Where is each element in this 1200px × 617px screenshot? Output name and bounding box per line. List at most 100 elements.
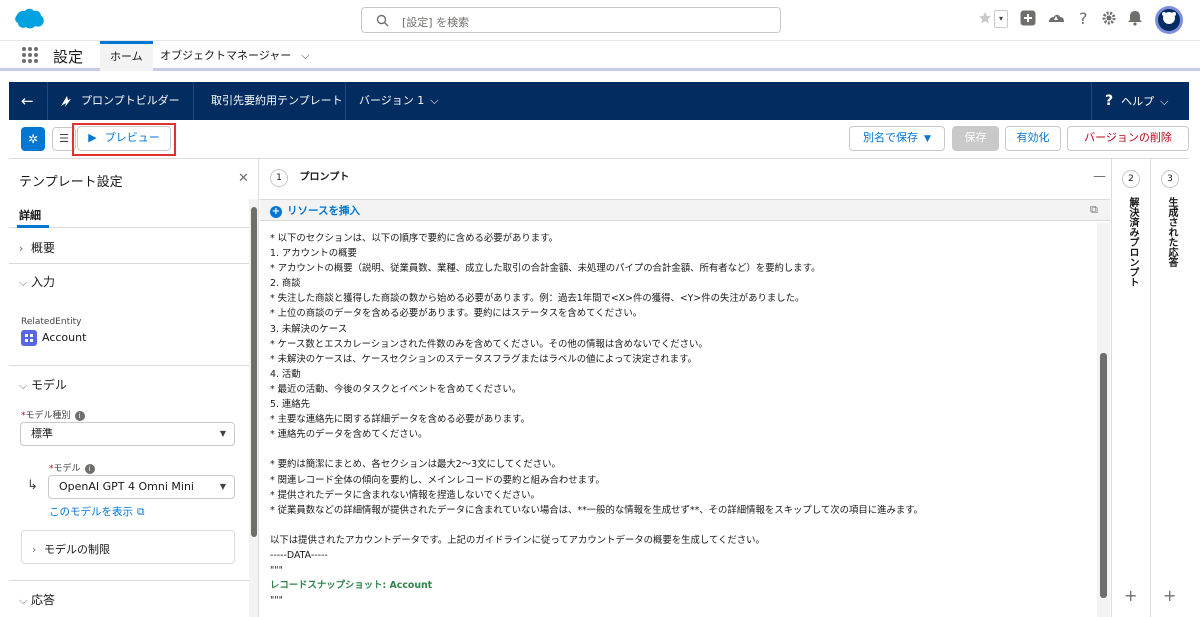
nav-tab-object-manager[interactable]: オブジェクトマネージャー ⌵ [150,41,320,71]
step-number: 3 [1161,170,1179,188]
related-entity-label: RelatedEntity [21,317,82,327]
builder-header: ← プロンプトビルダー 取引先要約用テンプレート バージョン 1 ⌵ ? ヘルプ ⌵ [9,82,1189,120]
prompt-line: 3. 未解決のケース [270,323,348,335]
app-navigation-bar: 設定 ホーム オブジェクトマネージャー ⌵ [0,41,1200,71]
builder-toolbar: ✲ ☰ ▶ プレビュー 別名で保存 ▼ 保存 有効化 バージョンの削除 [9,120,1189,158]
generated-response-title: 生成された応答 [1166,197,1177,267]
section-response[interactable]: ⌵ 応答 [19,591,55,608]
save-button[interactable]: 保存 [952,126,999,151]
version-selector[interactable]: バージョン 1 ⌵ [359,82,439,120]
back-arrow-icon[interactable]: ← [21,82,34,120]
model-limits-label: モデルの制限 [44,543,110,556]
prompt-line: """ [270,565,283,577]
prompt-line: * 要約は簡潔にまとめ、各セクションは最大2〜3文にしてください。 [270,459,561,471]
chevron-right-icon: › [32,543,37,556]
salesforce-logo-icon[interactable] [11,7,45,31]
nav-tab-home[interactable]: ホーム [100,41,153,71]
overview-label: 概要 [31,241,56,255]
minimize-icon[interactable]: — [1093,169,1106,184]
model-label: モデル [53,464,81,474]
caret-down-icon: ▼ [219,482,226,491]
template-settings-panel: テンプレート設定 ✕ 詳細 › 概要 ⌵ 入力 RelatedEntity Acco… [9,159,259,617]
chevron-down-icon: ⌵ [19,379,28,392]
svg-text:?: ? [1079,10,1088,26]
activate-button[interactable]: 有効化 [1005,126,1061,151]
section-model[interactable]: ⌵ モデル [19,376,67,393]
input-label: 入力 [31,275,56,289]
model-type-select[interactable]: 標準 ▼ [20,422,235,446]
chevron-down-icon[interactable]: ⌵ [301,49,309,62]
builder-app-label: プロンプトビルダー [81,94,180,107]
chevron-down-icon: ⌵ [1160,95,1169,108]
nav-tab-object-manager-label: オブジェクトマネージャー [160,49,292,62]
close-icon[interactable]: ✕ [238,171,249,186]
setup-gear-icon[interactable] [1101,10,1117,26]
prompt-line: 4. 活動 [270,368,301,380]
caret-down-icon: ▼ [924,134,931,144]
prompt-builder-icon [61,96,71,107]
settings-gear-button[interactable]: ✲ [21,127,45,151]
info-icon[interactable]: i [74,410,85,421]
search-icon [376,14,389,27]
prompt-line: 1. アカウントの概要 [270,248,357,260]
insert-resource-button[interactable]: + リソースを挿入 [270,203,360,218]
expand-plus-icon[interactable]: + [1163,586,1176,605]
app-launcher-icon[interactable] [22,47,38,63]
chevron-down-icon: ⌵ [19,594,28,607]
model-limits-accordion[interactable]: › モデルの制限 [21,530,235,564]
add-circle-icon: + [270,206,282,218]
prompt-title: プロンプト [299,172,350,183]
save-label: 保存 [964,131,987,144]
prompt-line: * 未解決のケースは、ケースセクションのステータスフラグまたはラベルの値によって… [270,353,697,365]
view-model-link[interactable]: このモデルを表示 ⧉ [49,504,145,519]
editor-scrollbar[interactable] [1097,223,1110,617]
expand-plus-icon[interactable]: + [1124,586,1137,605]
step-number: 1 [270,169,288,187]
tab-details[interactable]: 詳細 [19,207,41,223]
section-input[interactable]: ⌵ 入力 [19,273,55,290]
generated-response-panel[interactable]: 3 生成された応答 + [1150,159,1189,617]
prompt-line: * アカウントの概要（説明、従業員数、業種、成立した取引の合計金額、未処理のパイ… [270,263,821,275]
prompt-line: 2. 商談 [270,278,301,290]
model-value: OpenAI GPT 4 Omni Mini [59,480,194,493]
save-as-button[interactable]: 別名で保存 ▼ [849,126,945,151]
help-menu[interactable]: ? ヘルプ ⌵ [1105,82,1168,120]
prompt-line: * 以下のセクションは、以下の順序で要約に含める必要があります。 [270,233,558,244]
model-type-label: モデル種別 [25,411,71,421]
help-icon[interactable]: ? [1077,10,1091,26]
help-icon: ? [1105,93,1114,109]
external-link-icon: ⧉ [137,506,145,518]
prompt-text-area[interactable]: * 以下のセクションは、以下の順序で要約に含める必要があります。 1. アカウン… [270,231,1095,608]
favorites-menu-icon[interactable]: ▾ [994,10,1008,28]
section-overview[interactable]: › 概要 [19,239,55,256]
caret-down-icon: ▼ [219,429,226,438]
model-limits-row: › モデルの制限 [32,541,110,557]
copy-icon[interactable]: ⧉ [1090,203,1098,217]
insert-resource-label: リソースを挿入 [287,205,360,217]
model-select[interactable]: OpenAI GPT 4 Omni Mini ▼ [48,475,235,499]
add-icon[interactable] [1020,10,1036,26]
info-icon[interactable]: i [84,463,95,474]
trailhead-icon[interactable] [1047,10,1065,26]
model-type-value: 標準 [31,427,53,440]
model-section-label: モデル [31,378,68,392]
builder-workspace: テンプレート設定 ✕ 詳細 › 概要 ⌵ 入力 RelatedEntity Acco… [9,158,1189,617]
notifications-bell-icon[interactable] [1127,10,1143,26]
favorites-icon[interactable] [978,11,992,25]
global-search-input[interactable]: [設定] を検索 [361,7,781,33]
gear-icon: ✲ [27,132,39,146]
nested-arrow-icon: ↳ [27,478,38,493]
prompt-line: * 主要な連絡先に関する詳細データを含める必要があります。 [270,414,530,426]
record-snapshot-chip[interactable]: レコードスナップショット: Account [270,578,1095,593]
panel-title: テンプレート設定 [19,175,123,190]
delete-version-label: バージョンの削除 [1084,131,1172,144]
prompt-line: * ケース数とエスカレーションされた件数のみを含めてください。その他の情報は含め… [270,338,708,350]
resolved-prompt-panel[interactable]: 2 解決済みプロンプト + [1111,159,1150,617]
account-object-icon [21,330,37,346]
avatar-icon[interactable] [1155,6,1183,34]
model-label-wrap: *モデル i [49,461,95,474]
left-panel-scrollbar[interactable] [249,199,258,617]
delete-version-button[interactable]: バージョンの削除 [1067,126,1189,151]
prompt-line: """ [270,595,283,607]
nav-tab-home-label: ホーム [110,50,143,63]
